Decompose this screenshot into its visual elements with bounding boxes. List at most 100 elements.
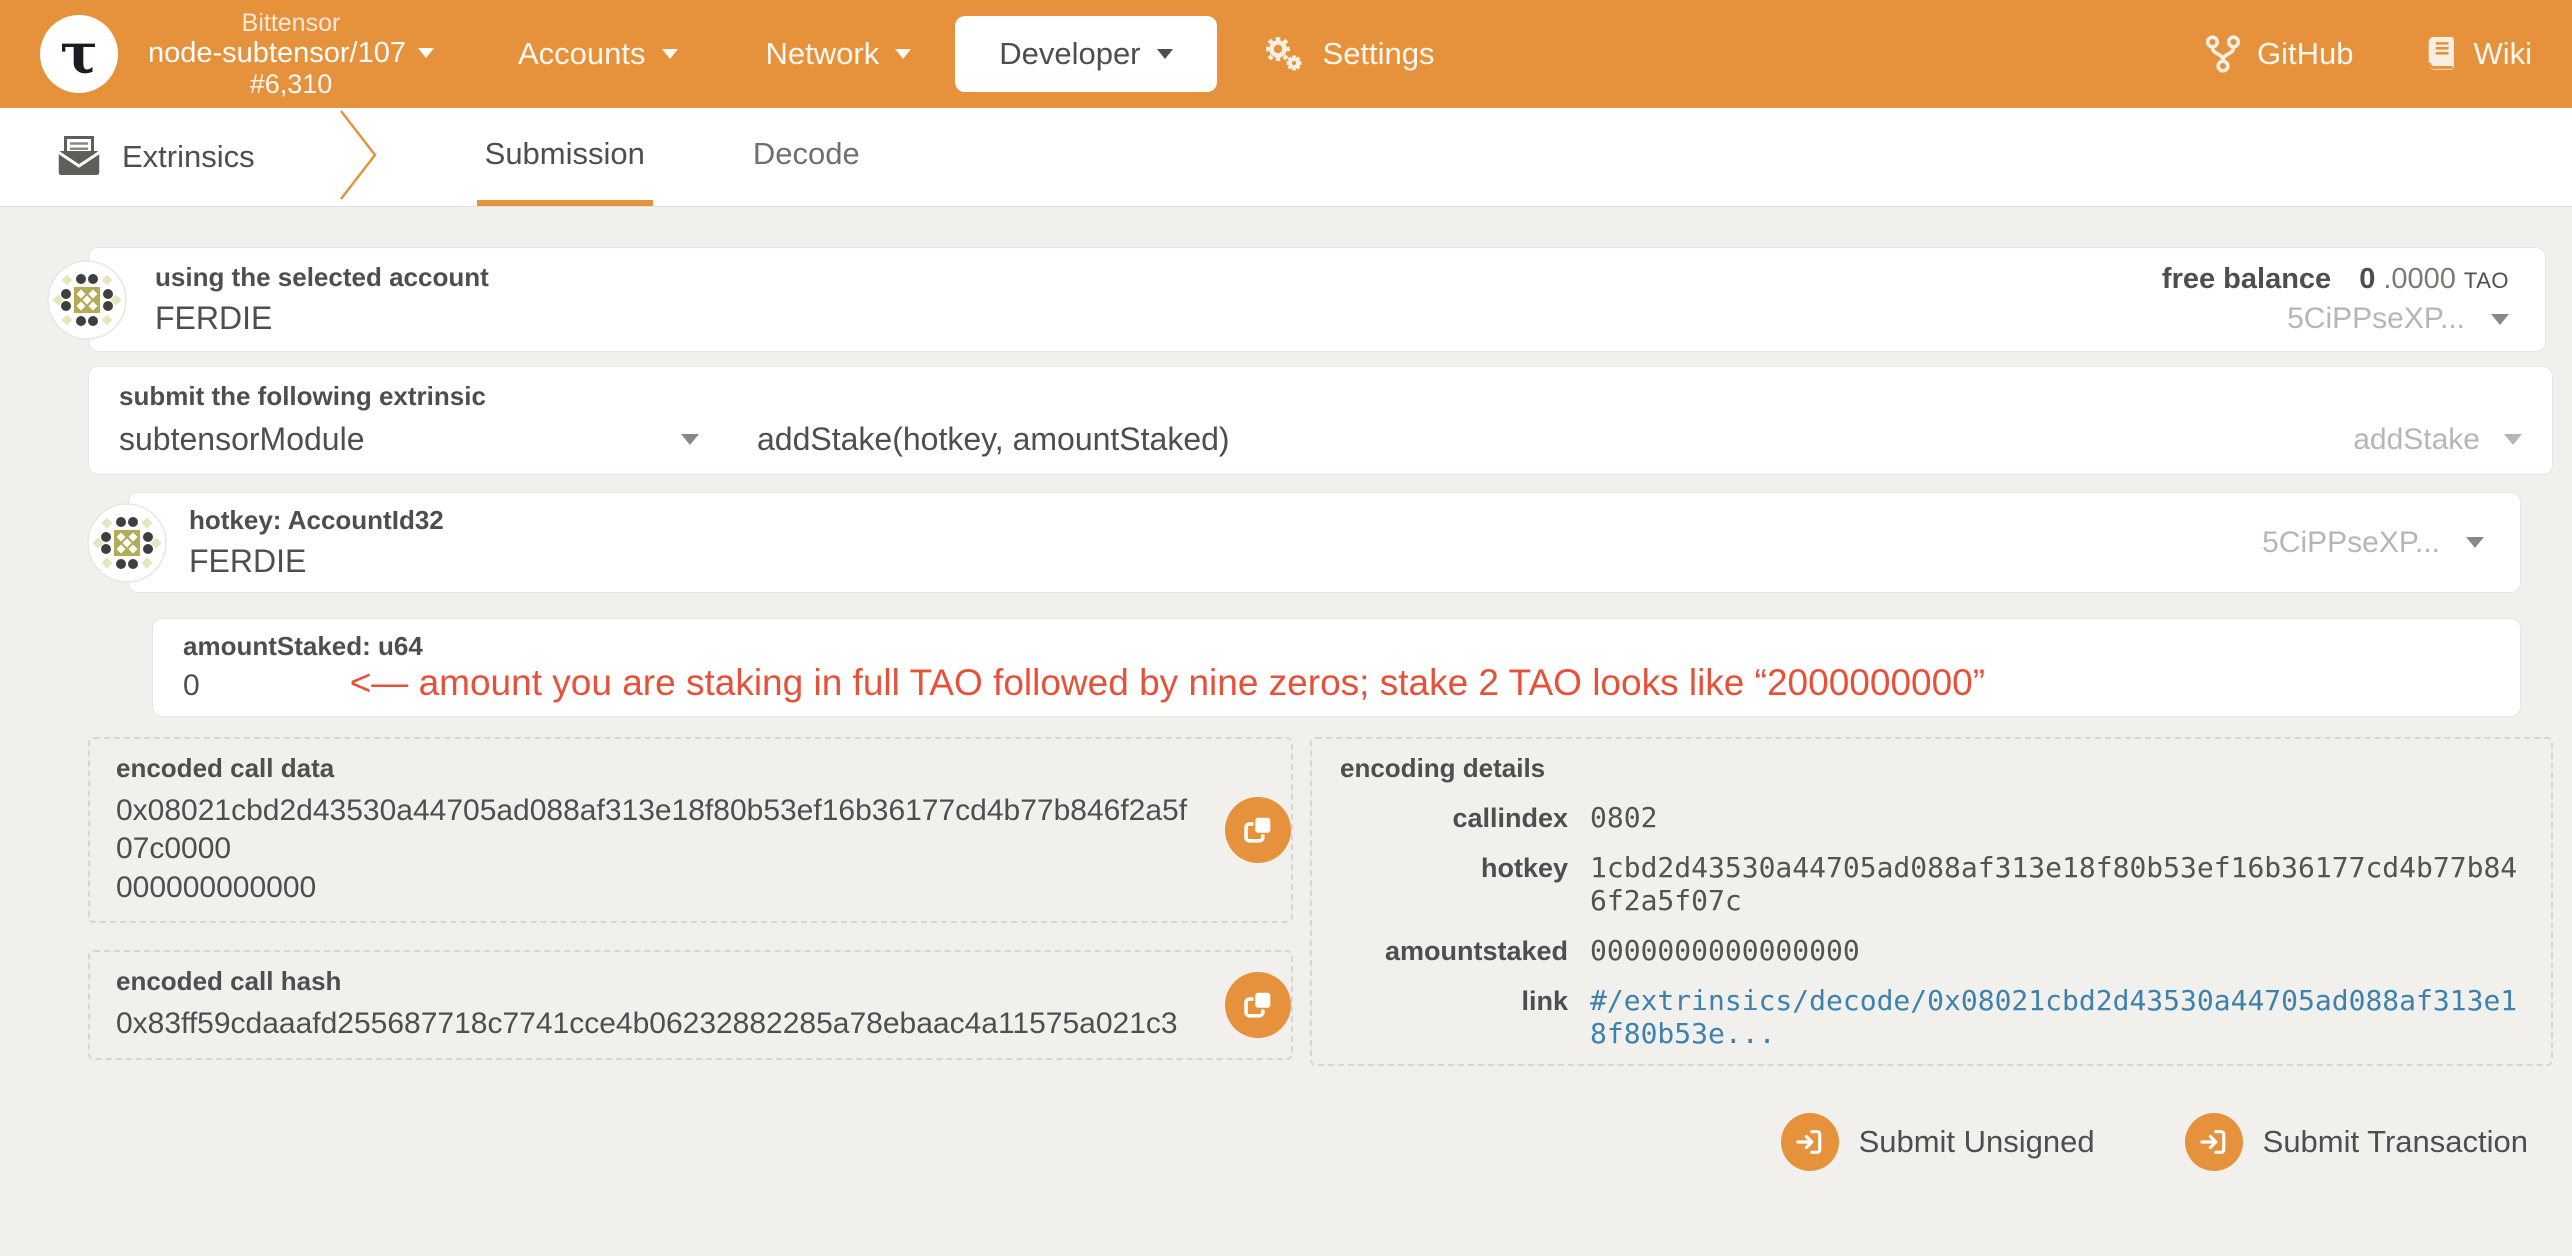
- balance-unit: TAO: [2463, 268, 2509, 293]
- module-name: subtensorModule: [119, 421, 365, 457]
- encoding-details-title: encoding details: [1340, 753, 1546, 783]
- account-address-dropdown[interactable]: 5CiPPseXP...: [2287, 302, 2509, 336]
- amount-annotation: <— amount you are staking in full TAO fo…: [349, 662, 1986, 703]
- callindex-value: 0802: [1590, 801, 1658, 834]
- sign-in-icon: [1780, 1113, 1839, 1171]
- module-dropdown[interactable]: subtensorModule: [119, 421, 699, 458]
- amountstaked-hex-value: 0000000000000000: [1590, 934, 1860, 967]
- section-title-label: Extrinsics: [122, 139, 255, 174]
- tabs: Submission Decode: [431, 108, 914, 206]
- encoding-details-box: encoding details callindex 0802 hotkey 1…: [1310, 737, 2553, 1066]
- tab-submission[interactable]: Submission: [476, 108, 653, 206]
- chevron-down-icon: [1156, 49, 1173, 59]
- hotkey-address-short: 5CiPPseXP...: [2262, 525, 2440, 559]
- balance-decimals: .0000: [2383, 263, 2456, 295]
- method-value-dropdown[interactable]: addStake: [2353, 423, 2522, 457]
- chevron-down-icon: [2491, 313, 2509, 325]
- page-content: using the selected account FERDIE free b…: [0, 207, 2572, 1172]
- hotkey-identicon: [87, 502, 167, 583]
- git-branch-icon: [2205, 34, 2241, 74]
- main-menu: Accounts Network Developer Settings: [474, 16, 1479, 92]
- top-navbar: τ Bittensor node-subtensor/107 #6,310 Ac…: [0, 0, 2572, 108]
- copy-icon: [1240, 987, 1276, 1023]
- encoding-row-hotkey: hotkey 1cbd2d43530a44705ad088af313e18f80…: [1340, 851, 2523, 917]
- tab-bar: Extrinsics Submission Decode: [0, 108, 2572, 207]
- amount-input[interactable]: 0: [183, 669, 200, 703]
- menu-developer[interactable]: Developer: [955, 16, 1217, 92]
- account-select-box: using the selected account FERDIE free b…: [47, 247, 2546, 352]
- submit-unsigned-label: Submit Unsigned: [1858, 1124, 2095, 1159]
- encoding-row-link: link #/extrinsics/decode/0x08021cbd2d435…: [1340, 984, 2523, 1050]
- copy-call-hash-button[interactable]: [1225, 971, 1291, 1038]
- method-dropdown[interactable]: addStake(hotkey, amountStaked): [757, 421, 1230, 458]
- extrinsic-params: hotkey: AccountId32 FERDIE 5CiPPseXP... …: [87, 492, 2521, 717]
- hotkey-account-select[interactable]: hotkey: AccountId32 FERDIE: [189, 505, 444, 580]
- submit-transaction-button[interactable]: Submit Transaction: [2179, 1112, 2534, 1172]
- account-address-short: 5CiPPseXP...: [2287, 302, 2465, 335]
- copy-icon: [1240, 812, 1276, 848]
- encoded-call-data-value: 0x08021cbd2d43530a44705ad088af313e18f80b…: [116, 794, 1188, 904]
- amountstaked-hex-label: amountstaked: [1384, 936, 1568, 966]
- encoded-outputs: encoded call data 0x08021cbd2d43530a4470…: [88, 737, 2553, 1066]
- network-selector[interactable]: Bittensor node-subtensor/107 #6,310: [148, 9, 434, 100]
- balance-integer: 0: [2359, 263, 2376, 295]
- hotkey-hex-label: hotkey: [1480, 853, 1568, 883]
- menu-accounts-label: Accounts: [517, 36, 646, 71]
- chevron-down-icon: [895, 49, 912, 59]
- encoded-call-hash-box: encoded call hash 0x83ff59cdaaafd2556877…: [88, 950, 1293, 1060]
- section-title: Extrinsics: [56, 108, 255, 206]
- chain-name: Bittensor: [241, 8, 341, 37]
- wiki-link[interactable]: Wiki: [2423, 35, 2532, 73]
- node-version: node-subtensor/107: [148, 36, 406, 69]
- tab-decode[interactable]: Decode: [745, 108, 868, 206]
- encoded-call-hash-value: 0x83ff59cdaaafd255687718c7741cce4b062328…: [116, 1007, 1178, 1041]
- external-links: GitHub Wiki: [2205, 34, 2532, 74]
- amount-param-label: amountStaked: u64: [183, 631, 423, 661]
- book-icon: [2423, 35, 2457, 73]
- extrinsics-envelope-icon: [56, 136, 102, 178]
- submit-unsigned-button[interactable]: Submit Unsigned: [1775, 1112, 2101, 1172]
- encoding-row-callindex: callindex 0802: [1340, 801, 2523, 834]
- extrinsic-label: submit the following extrinsic: [119, 381, 486, 411]
- account-meta: free balance 0.0000 TAO 5CiPPseXP...: [2162, 263, 2509, 336]
- breadcrumb-chevron: [337, 109, 379, 206]
- tab-submission-label: Submission: [484, 136, 645, 171]
- github-link[interactable]: GitHub: [2205, 34, 2353, 74]
- encoded-call-data-box: encoded call data 0x08021cbd2d43530a4470…: [88, 737, 1293, 924]
- menu-developer-label: Developer: [999, 36, 1141, 71]
- account-identicon: [47, 259, 127, 340]
- account-select-label: using the selected account: [155, 262, 489, 292]
- app-logo[interactable]: τ: [40, 15, 118, 93]
- encoded-call-hash-label: encoded call hash: [116, 966, 342, 997]
- chevron-down-icon: [2466, 537, 2484, 548]
- block-number: #6,310: [249, 69, 333, 100]
- method-signature: addStake(hotkey, amountStaked): [757, 421, 1230, 457]
- account-select[interactable]: using the selected account FERDIE: [155, 262, 489, 337]
- github-link-label: GitHub: [2256, 36, 2354, 71]
- sign-in-icon: [2184, 1113, 2243, 1171]
- menu-network[interactable]: Network: [722, 16, 956, 92]
- callindex-label: callindex: [1452, 803, 1568, 833]
- submit-transaction-label: Submit Transaction: [2262, 1124, 2528, 1159]
- chevron-down-icon: [681, 434, 699, 445]
- decode-link[interactable]: #/extrinsics/decode/0x08021cbd2d43530a44…: [1590, 984, 2523, 1050]
- menu-settings-label: Settings: [1322, 36, 1435, 71]
- logo-tau-glyph: τ: [60, 21, 98, 87]
- hotkey-address-dropdown[interactable]: 5CiPPseXP...: [2262, 526, 2484, 560]
- decode-link-label: link: [1521, 986, 1568, 1016]
- hotkey-param-box: hotkey: AccountId32 FERDIE 5CiPPseXP...: [87, 492, 2521, 593]
- encoded-call-data-label: encoded call data: [116, 753, 335, 783]
- chevron-down-icon: [661, 49, 678, 59]
- menu-settings[interactable]: Settings: [1217, 16, 1479, 92]
- hotkey-param-label: hotkey: AccountId32: [189, 505, 444, 535]
- extrinsic-select-box: submit the following extrinsic subtensor…: [88, 366, 2553, 475]
- wiki-link-label: Wiki: [2473, 36, 2532, 71]
- menu-accounts[interactable]: Accounts: [474, 16, 722, 92]
- action-buttons: Submit Unsigned Submit Transaction: [0, 1112, 2534, 1172]
- hotkey-hex-value: 1cbd2d43530a44705ad088af313e18f80b53ef16…: [1590, 851, 2518, 917]
- tab-decode-label: Decode: [752, 136, 860, 171]
- menu-network-label: Network: [765, 36, 880, 71]
- copy-call-data-button[interactable]: [1225, 797, 1291, 864]
- chevron-down-icon: [2504, 434, 2522, 445]
- hotkey-account-name: FERDIE: [189, 543, 307, 579]
